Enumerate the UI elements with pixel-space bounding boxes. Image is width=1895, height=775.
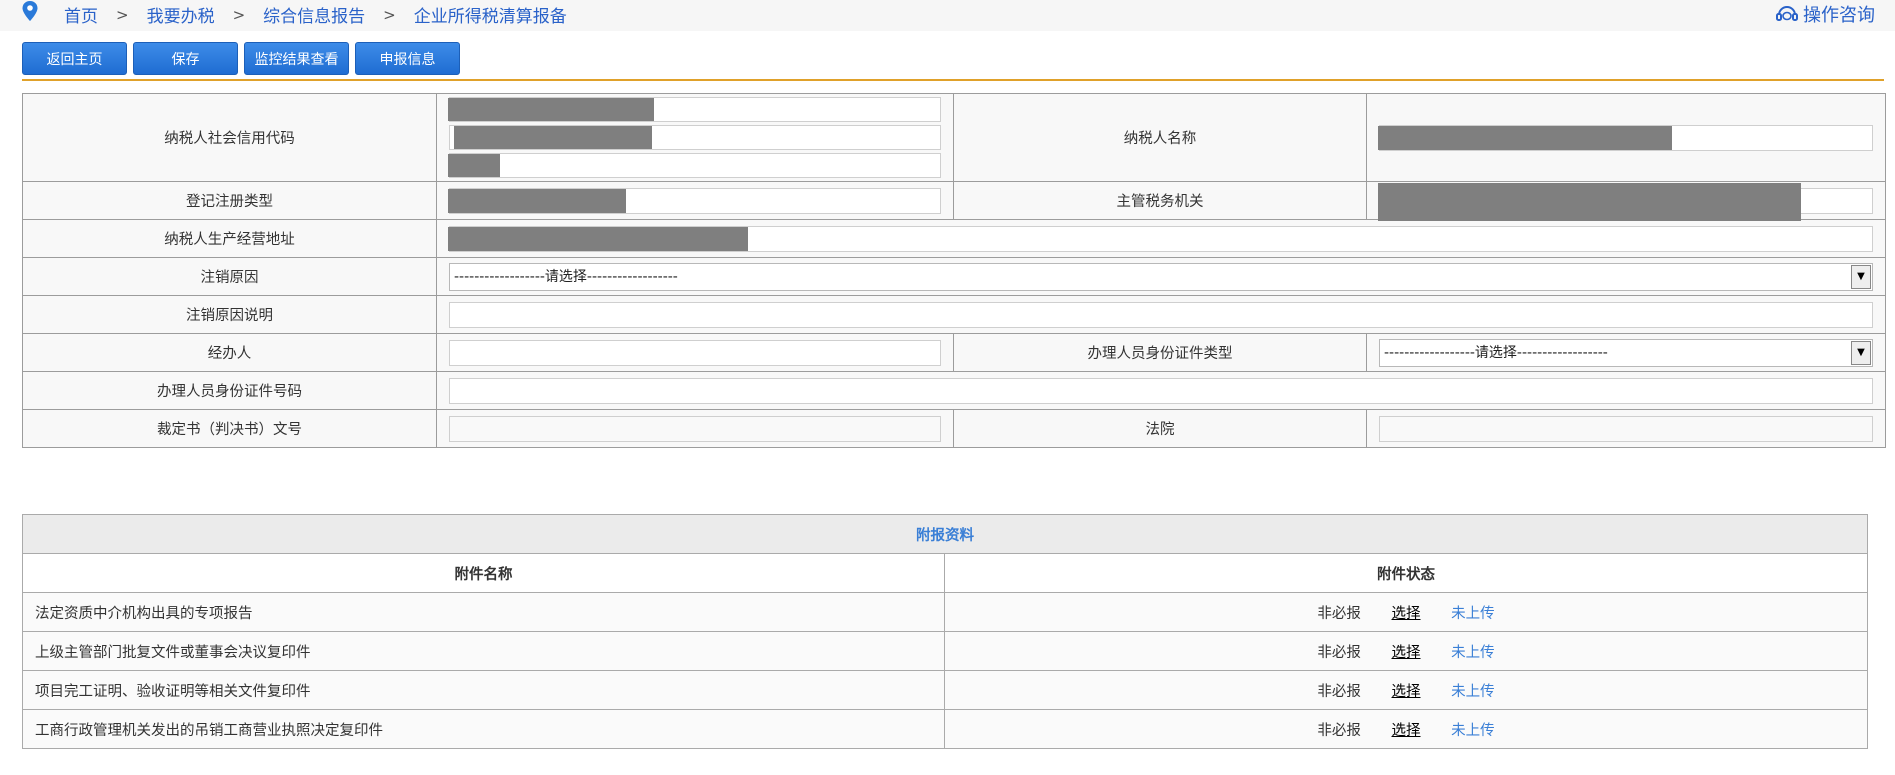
attachments-title: 附报资料 [22, 514, 1868, 554]
id-type-cell: ------------------请选择------------------ … [1366, 333, 1886, 372]
redacted-mask [448, 188, 626, 213]
table-row: 法定资质中介机构出具的专项报告 非必报 选择 未上传 [22, 592, 1868, 632]
id-number-input[interactable] [449, 377, 1873, 404]
upload-status: 未上传 [1451, 644, 1495, 661]
address-input[interactable] [448, 225, 1873, 252]
attachment-name: 工商行政管理机关发出的吊销工商营业执照决定复印件 [22, 709, 945, 749]
select-file-link[interactable]: 选择 [1392, 606, 1421, 622]
id-number-label: 办理人员身份证件号码 [22, 371, 437, 410]
col-header-status: 附件状态 [944, 553, 1868, 593]
attachment-status-cell: 非必报 选择 未上传 [944, 592, 1868, 632]
ruling-input[interactable] [449, 415, 941, 442]
required-flag: 非必报 [1317, 644, 1361, 661]
redacted-mask [1378, 182, 1801, 221]
redacted-mask [1378, 125, 1672, 150]
taxpayer-info-table: 纳税人社会信用代码 纳税人名称 登记注册类型 主管税务机关 纳税人生产经营地址 … [22, 93, 1886, 448]
credit-code-input-3[interactable] [448, 153, 941, 178]
toolbar: 返回主页 保存 监控结果查看 申报信息 [22, 42, 466, 75]
credit-code-cell [436, 93, 954, 182]
address-label: 纳税人生产经营地址 [22, 219, 437, 258]
court-label: 法院 [953, 409, 1367, 448]
credit-code-input-2[interactable] [449, 125, 941, 150]
attachment-name: 项目完工证明、验收证明等相关文件复印件 [22, 670, 945, 710]
help-link[interactable]: 操作咨询 [1776, 1, 1875, 27]
table-row: 项目完工证明、验收证明等相关文件复印件 非必报 选择 未上传 [22, 670, 1868, 710]
attachment-name: 上级主管部门批复文件或董事会决议复印件 [22, 631, 945, 671]
back-home-button[interactable]: 返回主页 [22, 42, 127, 75]
breadcrumb-current[interactable]: 企业所得税清算报备 [414, 2, 567, 27]
breadcrumb-separator: > [232, 5, 246, 24]
required-flag: 非必报 [1317, 605, 1361, 622]
select-file-link[interactable]: 选择 [1392, 723, 1421, 739]
breadcrumb-separator: > [116, 5, 129, 24]
location-pin-icon [22, 1, 38, 21]
attachment-name: 法定资质中介机构出具的专项报告 [22, 592, 945, 632]
handler-input[interactable] [449, 339, 941, 366]
upload-status: 未上传 [1451, 722, 1495, 739]
required-flag: 非必报 [1317, 683, 1361, 700]
cancel-desc-input[interactable] [449, 301, 1873, 328]
id-number-cell [436, 371, 1886, 410]
breadcrumb: 首页 > 我要办税 > 综合信息报告 > 企业所得税清算报备 [64, 2, 567, 28]
table-row: 上级主管部门批复文件或董事会决议复印件 非必报 选择 未上传 [22, 631, 1868, 671]
select-file-link[interactable]: 选择 [1392, 684, 1421, 700]
taxpayer-name-label: 纳税人名称 [953, 93, 1367, 182]
redacted-mask [454, 126, 652, 149]
save-button[interactable]: 保存 [133, 42, 238, 75]
declare-info-button[interactable]: 申报信息 [355, 42, 460, 75]
monitor-result-button[interactable]: 监控结果查看 [244, 42, 349, 75]
redacted-mask [448, 154, 500, 177]
credit-code-label: 纳税人社会信用代码 [22, 93, 437, 182]
handler-cell [436, 333, 954, 372]
col-header-name: 附件名称 [22, 553, 945, 593]
attachment-status-cell: 非必报 选择 未上传 [944, 631, 1868, 671]
dropdown-arrow-icon[interactable]: ▼ [1851, 340, 1871, 365]
tax-authority-input[interactable] [1378, 182, 1873, 221]
cancel-reason-cell: ------------------请选择------------------ … [436, 257, 1886, 296]
reg-type-cell [436, 181, 954, 220]
select-file-link[interactable]: 选择 [1392, 645, 1421, 661]
upload-status: 未上传 [1451, 683, 1495, 700]
breadcrumb-separator: > [383, 5, 396, 24]
redacted-mask [448, 98, 654, 121]
reg-type-input[interactable] [448, 187, 941, 214]
breadcrumb-report[interactable]: 综合信息报告 [263, 2, 365, 27]
attachment-status-cell: 非必报 选择 未上传 [944, 670, 1868, 710]
cancel-reason-select[interactable]: ------------------请选择------------------ … [449, 262, 1873, 291]
cancel-desc-label: 注销原因说明 [22, 295, 437, 334]
reg-type-label: 登记注册类型 [22, 181, 437, 220]
attachment-status-cell: 非必报 选择 未上传 [944, 709, 1868, 749]
ruling-cell [436, 409, 954, 448]
table-row: 工商行政管理机关发出的吊销工商营业执照决定复印件 非必报 选择 未上传 [22, 709, 1868, 749]
id-type-label: 办理人员身份证件类型 [953, 333, 1367, 372]
tax-authority-label: 主管税务机关 [953, 181, 1367, 220]
court-input[interactable] [1379, 415, 1873, 442]
ruling-label: 裁定书（判决书）文号 [22, 409, 437, 448]
attachments-table: 附报资料 附件名称 附件状态 法定资质中介机构出具的专项报告 非必报 选择 未上… [22, 514, 1868, 749]
credit-code-input-1[interactable] [448, 97, 941, 122]
breadcrumb-bar: 首页 > 我要办税 > 综合信息报告 > 企业所得税清算报备 操作咨询 [0, 0, 1895, 31]
headset-icon [1776, 6, 1798, 21]
court-cell [1366, 409, 1886, 448]
cancel-desc-cell [436, 295, 1886, 334]
upload-status: 未上传 [1451, 605, 1495, 622]
dropdown-arrow-icon[interactable]: ▼ [1851, 264, 1871, 289]
breadcrumb-tax[interactable]: 我要办税 [147, 2, 215, 27]
cancel-reason-value: ------------------请选择------------------ [454, 268, 678, 285]
address-cell [436, 219, 1886, 258]
required-flag: 非必报 [1317, 722, 1361, 739]
tax-authority-cell [1366, 181, 1886, 221]
redacted-mask [448, 226, 748, 251]
help-label: 操作咨询 [1803, 5, 1875, 26]
id-type-value: ------------------请选择------------------ [1384, 344, 1608, 361]
breadcrumb-home[interactable]: 首页 [64, 2, 98, 27]
id-type-select[interactable]: ------------------请选择------------------ … [1379, 338, 1873, 367]
taxpayer-name-cell [1366, 93, 1886, 182]
taxpayer-name-input[interactable] [1378, 124, 1873, 151]
handler-label: 经办人 [22, 333, 437, 372]
cancel-reason-label: 注销原因 [22, 257, 437, 296]
divider [22, 79, 1884, 81]
